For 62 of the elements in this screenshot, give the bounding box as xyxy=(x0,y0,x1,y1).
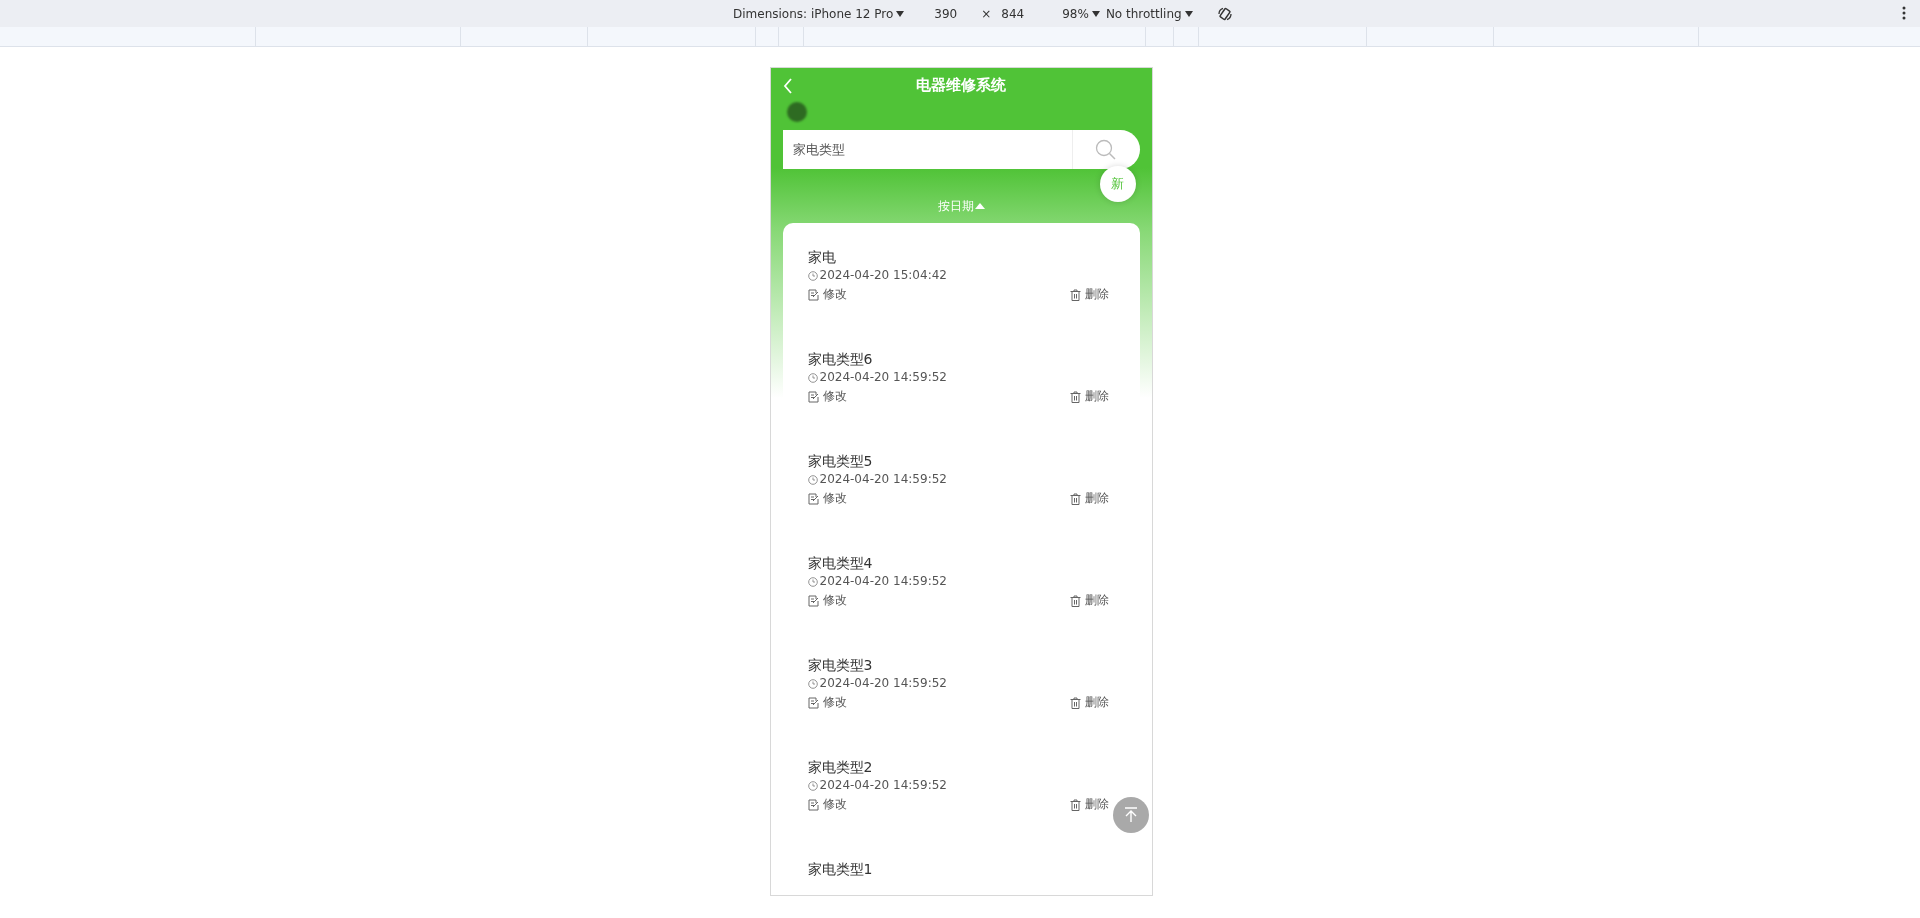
caret-icon xyxy=(896,10,905,17)
item-name: 家电类型1 xyxy=(807,860,873,879)
caret-up-icon xyxy=(974,203,985,209)
delete-button[interactable]: 删除 xyxy=(1069,694,1109,711)
delete-button[interactable]: 删除 xyxy=(1069,490,1109,507)
edit-button[interactable]: 修改 xyxy=(807,388,847,405)
rotate-icon[interactable] xyxy=(1216,5,1233,22)
item-name: 家电类型6 xyxy=(807,350,873,369)
item-time: 2024-04-20 14:59:52 xyxy=(819,471,947,488)
item-time: 2024-04-20 14:59:52 xyxy=(819,573,947,590)
edit-icon xyxy=(807,594,819,607)
trash-icon xyxy=(1069,798,1081,811)
more-menu-icon[interactable] xyxy=(1902,6,1906,20)
trash-icon xyxy=(1069,696,1081,709)
item-time: 2024-04-20 14:59:52 xyxy=(819,675,947,692)
clock-icon xyxy=(807,474,818,485)
clock-icon xyxy=(807,576,818,587)
edit-button[interactable]: 修改 xyxy=(807,694,847,711)
edit-button[interactable]: 修改 xyxy=(807,490,847,507)
height-field[interactable]: 844 xyxy=(1001,6,1025,21)
trash-icon xyxy=(1069,288,1081,301)
device-dropdown[interactable]: Dimensions: iPhone 12 Pro xyxy=(733,6,894,21)
item-time: 2024-04-20 14:59:52 xyxy=(819,777,947,794)
width-field[interactable]: 390 xyxy=(934,6,958,21)
caret-icon xyxy=(1184,10,1193,17)
times-sign: × xyxy=(981,6,992,21)
throttling-dropdown[interactable]: No throttling xyxy=(1105,6,1182,21)
floating-dot xyxy=(786,102,807,122)
edit-button[interactable]: 修改 xyxy=(807,796,847,813)
arrow-up-icon xyxy=(1123,807,1138,823)
clock-icon xyxy=(807,678,818,689)
back-icon[interactable] xyxy=(782,78,793,94)
delete-button[interactable]: 删除 xyxy=(1069,796,1109,813)
item-name: 家电类型2 xyxy=(807,758,873,777)
edit-icon xyxy=(807,798,819,811)
edit-icon xyxy=(807,288,819,301)
clock-icon xyxy=(807,372,818,383)
item-name: 家电 xyxy=(807,248,836,267)
delete-button[interactable]: 删除 xyxy=(1069,286,1109,303)
edit-button[interactable]: 修改 xyxy=(807,286,847,303)
trash-icon xyxy=(1069,492,1081,505)
delete-button[interactable]: 删除 xyxy=(1069,388,1109,405)
edit-icon xyxy=(807,492,819,505)
search-icon xyxy=(1095,138,1117,161)
edit-button[interactable]: 修改 xyxy=(807,592,847,609)
item-time: 2024-04-20 15:04:42 xyxy=(819,267,947,284)
app-title: 电器维修系统 xyxy=(916,75,1006,95)
item-time: 2024-04-20 14:59:52 xyxy=(819,369,947,386)
item-name: 家电类型4 xyxy=(807,554,873,573)
edit-icon xyxy=(807,696,819,709)
search-button[interactable] xyxy=(1071,130,1140,169)
search-field[interactable]: 家电类型 xyxy=(782,130,1072,169)
clock-icon xyxy=(807,780,818,791)
item-name: 家电类型3 xyxy=(807,656,873,675)
zoom-dropdown[interactable]: 98% xyxy=(1062,6,1089,21)
item-name: 家电类型5 xyxy=(807,452,873,471)
delete-button[interactable]: 删除 xyxy=(1069,592,1109,609)
clock-icon xyxy=(807,270,818,281)
trash-icon xyxy=(1069,594,1081,607)
edit-icon xyxy=(807,390,819,403)
trash-icon xyxy=(1069,390,1081,403)
caret-icon xyxy=(1091,10,1100,17)
